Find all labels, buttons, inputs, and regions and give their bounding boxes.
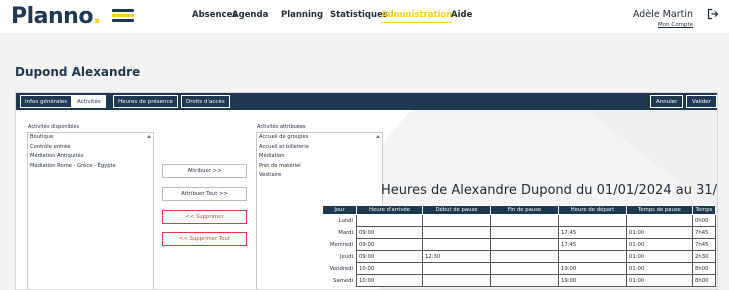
- table-row: Lundi 0h00: [323, 214, 716, 227]
- table-row: Jeudi 09:00 12:30 01:00 2h30: [323, 250, 716, 263]
- arrival-field[interactable]: 09:00: [356, 226, 423, 239]
- arrival-field[interactable]: 09:00: [356, 250, 423, 263]
- tab-droits-acces[interactable]: Droits d'accès: [181, 95, 230, 108]
- total-cell: 7h45: [692, 226, 716, 239]
- menu-bars-icon: [111, 9, 134, 22]
- pause-start-field[interactable]: [422, 214, 491, 227]
- logo-dot: .: [92, 4, 101, 29]
- pause-time-field[interactable]: 01:00: [626, 226, 693, 239]
- page-title: Dupond Alexandre: [15, 65, 141, 79]
- top-bar: Planno. Absences Agenda Planning Statist…: [0, 0, 729, 33]
- column-header: Fin de pause: [490, 205, 559, 215]
- pause-time-field[interactable]: [626, 214, 693, 227]
- day-cell: Vendredi: [329, 265, 353, 272]
- arrival-field[interactable]: 10:00: [356, 262, 423, 275]
- remove-button[interactable]: << Supprimer: [162, 210, 247, 224]
- column-header: Temps: [692, 205, 716, 215]
- pause-start-field[interactable]: [422, 274, 491, 287]
- pause-start-field[interactable]: 12:30: [422, 250, 491, 263]
- total-cell: 8h00: [692, 274, 716, 287]
- table-row: Vendredi 10:00 19:00 01:00 8h00: [323, 262, 716, 275]
- departure-field[interactable]: 19:00: [558, 274, 627, 287]
- logo-text: Planno: [11, 4, 93, 29]
- total-cell: 7h45: [692, 238, 716, 251]
- nav-absences[interactable]: Absences: [192, 10, 237, 20]
- list-item[interactable]: Contrôle entrée: [28, 143, 153, 153]
- departure-field[interactable]: 17:45: [558, 226, 627, 239]
- departure-field[interactable]: 19:00: [558, 262, 627, 275]
- nav-statistiques[interactable]: Statistiques: [330, 10, 388, 20]
- day-cell: Mercredi: [330, 241, 353, 248]
- scroll-up-icon[interactable]: [376, 135, 380, 138]
- pause-time-field[interactable]: 01:00: [626, 250, 693, 263]
- scroll-up-icon[interactable]: [147, 135, 151, 138]
- remove-all-button[interactable]: << Supprimer Tout: [162, 232, 247, 246]
- day-cell: Jeudi: [339, 253, 353, 260]
- list-item[interactable]: Médiation: [257, 152, 382, 162]
- pause-end-field[interactable]: [490, 214, 559, 227]
- tab-infos-generales[interactable]: Infos générales: [20, 95, 73, 108]
- table-row: Mercredi 09:00 17:45 01:00 7h45: [323, 238, 716, 251]
- list-item[interactable]: Boutique: [28, 133, 153, 143]
- arrival-field[interactable]: 10:00: [356, 274, 423, 287]
- departure-field[interactable]: 17:45: [558, 238, 627, 251]
- pause-start-field[interactable]: [422, 262, 491, 275]
- arrival-field[interactable]: [356, 214, 423, 227]
- list-item[interactable]: Vestiaire: [257, 171, 382, 181]
- column-header: Jour: [322, 205, 357, 215]
- departure-field[interactable]: [558, 250, 627, 263]
- total-cell: 0h00: [692, 214, 716, 227]
- planno-logo[interactable]: Planno.: [11, 4, 134, 29]
- column-header: Début de pause: [422, 205, 491, 215]
- list-item[interactable]: Accueil de groupes: [257, 133, 382, 143]
- nav-planning[interactable]: Planning: [281, 10, 323, 20]
- logout-icon[interactable]: [707, 8, 719, 20]
- table-row: Samedi 10:00 19:00 01:00 8h00: [323, 274, 716, 287]
- departure-field[interactable]: [558, 214, 627, 227]
- list-item[interactable]: Accueil et billeterie: [257, 143, 382, 153]
- pause-time-field[interactable]: 01:00: [626, 274, 693, 287]
- pause-end-field[interactable]: [490, 274, 559, 287]
- tab-bar: Infos générales Activités Heures de prés…: [16, 93, 717, 110]
- cancel-button[interactable]: Annuler: [650, 95, 684, 108]
- pause-start-field[interactable]: [422, 226, 491, 239]
- list-item[interactable]: Prêt de matériel: [257, 162, 382, 172]
- pause-start-field[interactable]: [422, 238, 491, 251]
- validate-button[interactable]: Valider: [686, 95, 717, 108]
- day-cell: Samedi: [333, 277, 353, 284]
- pause-time-field[interactable]: 01:00: [626, 262, 693, 275]
- pause-end-field[interactable]: [490, 226, 559, 239]
- nav-administration[interactable]: Administration: [381, 10, 453, 23]
- list-item[interactable]: Médiation Rome - Grèce - Égypte: [28, 162, 153, 172]
- assign-button[interactable]: Attribuer >>: [162, 164, 247, 178]
- column-header: Temps de pause: [626, 205, 693, 215]
- assigned-activities-label: Activités attribuées: [257, 124, 306, 130]
- total-cell: 2h30: [692, 250, 716, 263]
- available-activities-list[interactable]: Boutique Contrôle entrée Médiation Antiq…: [27, 132, 154, 289]
- agent-panel: Infos générales Activités Heures de prés…: [15, 92, 718, 290]
- pause-end-field[interactable]: [490, 262, 559, 275]
- hours-title: Heures de Alexandre Dupond du 01/01/2024…: [381, 183, 717, 198]
- list-item[interactable]: Médiation Antiquités: [28, 152, 153, 162]
- column-header: Heure d'arrivée: [356, 205, 423, 215]
- arrival-field[interactable]: 09:00: [356, 238, 423, 251]
- tab-activites[interactable]: Activités: [72, 95, 106, 108]
- pause-time-field[interactable]: 01:00: [626, 238, 693, 251]
- pause-end-field[interactable]: [490, 238, 559, 251]
- total-cell: 8h00: [692, 262, 716, 275]
- tab-heures-de-presence[interactable]: Heures de présence: [113, 95, 178, 108]
- table-row: Mardi 09:00 17:45 01:00 7h45: [323, 226, 716, 239]
- day-cell: Lundi: [338, 217, 353, 224]
- day-cell: Mardi: [338, 229, 353, 236]
- available-activities-label: Activités disponibles: [28, 124, 80, 130]
- nav-aide[interactable]: Aide: [451, 10, 472, 20]
- pause-end-field[interactable]: [490, 250, 559, 263]
- user-name: Adèle Martin: [632, 9, 693, 20]
- assign-all-button[interactable]: Attribuer Tout >>: [162, 187, 247, 201]
- nav-agenda[interactable]: Agenda: [232, 10, 268, 20]
- column-header: Heure de départ: [558, 205, 627, 215]
- hours-table: Jour Heure d'arrivée Début de pause Fin …: [322, 205, 716, 287]
- account-link[interactable]: Mon Compte: [658, 22, 693, 28]
